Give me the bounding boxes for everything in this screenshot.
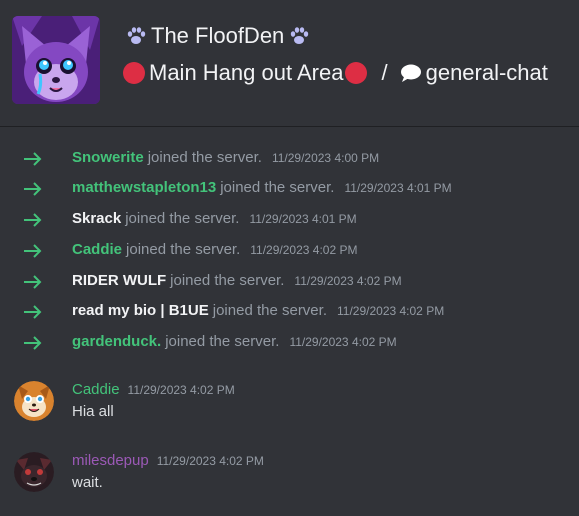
join-message-text: Caddie joined the server. 11/29/2023 4:0… — [72, 241, 357, 258]
message-content: wait. — [72, 474, 103, 491]
message-header: Caddie 11/29/2023 4:02 PM — [72, 381, 235, 398]
purple-fox-icon — [12, 16, 100, 104]
dark-pup-avatar-icon — [14, 452, 54, 492]
join-username[interactable]: Skrack — [72, 210, 121, 227]
join-label: joined the server. — [165, 333, 280, 350]
join-message: RIDER WULF joined the server. 11/29/2023… — [0, 270, 579, 294]
red-circle-icon — [123, 62, 145, 84]
channel-category[interactable]: Main Hang out Area — [149, 60, 343, 86]
message-timestamp[interactable]: 11/29/2023 4:01 PM — [249, 212, 356, 226]
join-message: Skrack joined the server. 11/29/2023 4:0… — [0, 208, 579, 232]
paw-icon — [288, 25, 310, 47]
message-timestamp[interactable]: 11/29/2023 4:02 PM — [294, 274, 401, 288]
join-username[interactable]: gardenduck. — [72, 333, 161, 350]
message-timestamp[interactable]: 11/29/2023 4:00 PM — [272, 151, 379, 165]
avatar[interactable] — [14, 381, 54, 421]
message-timestamp[interactable]: 11/29/2023 4:01 PM — [344, 181, 451, 195]
breadcrumb-separator: / — [381, 60, 388, 85]
arrow-right-icon — [23, 212, 43, 228]
join-username[interactable]: read my bio | B1UE — [72, 302, 209, 319]
join-message: read my bio | B1UE joined the server. 11… — [0, 300, 579, 324]
chat-message: milesdepup 11/29/2023 4:02 PM wait. — [0, 452, 579, 496]
message-timestamp[interactable]: 11/29/2023 4:02 PM — [337, 304, 444, 318]
join-username[interactable]: Snowerite — [72, 149, 144, 166]
arrow-right-icon — [23, 274, 43, 290]
message-timestamp[interactable]: 11/29/2023 4:02 PM — [157, 454, 264, 468]
join-message: Caddie joined the server. 11/29/2023 4:0… — [0, 239, 579, 263]
speech-bubble-icon — [400, 63, 422, 83]
join-label: joined the server. — [147, 149, 262, 166]
message-timestamp[interactable]: 11/29/2023 4:02 PM — [250, 243, 357, 257]
server-name-label: The FloofDen — [151, 23, 285, 48]
message-header: milesdepup 11/29/2023 4:02 PM — [72, 452, 264, 469]
channel-header: The FloofDen Main Hang out Area / genera… — [0, 0, 579, 127]
join-username[interactable]: RIDER WULF — [72, 272, 166, 289]
join-message: matthewstapleton13 joined the server. 11… — [0, 177, 579, 201]
message-timestamp[interactable]: 11/29/2023 4:02 PM — [128, 383, 235, 397]
join-username[interactable]: Caddie — [72, 241, 122, 258]
message-author[interactable]: milesdepup — [72, 452, 149, 469]
join-label: joined the server. — [126, 241, 241, 258]
message-content: Hia all — [72, 403, 114, 420]
join-message-text: Skrack joined the server. 11/29/2023 4:0… — [72, 210, 357, 227]
join-username[interactable]: matthewstapleton13 — [72, 179, 216, 196]
join-label: joined the server. — [170, 272, 285, 289]
arrow-right-icon — [23, 243, 43, 259]
server-name[interactable]: The FloofDen — [121, 22, 314, 50]
join-message-text: Snowerite joined the server. 11/29/2023 … — [72, 149, 379, 166]
avatar[interactable] — [14, 452, 54, 492]
channel-breadcrumb: Main Hang out Area / general-chat — [121, 58, 548, 88]
arrow-right-icon — [23, 335, 43, 351]
join-message-text: matthewstapleton13 joined the server. 11… — [72, 179, 452, 196]
join-message-text: read my bio | B1UE joined the server. 11… — [72, 302, 444, 319]
chat-message: Caddie 11/29/2023 4:02 PM Hia all — [0, 381, 579, 425]
message-timestamp[interactable]: 11/29/2023 4:02 PM — [289, 335, 396, 349]
paw-icon — [125, 25, 147, 47]
fox-avatar-icon — [14, 381, 54, 421]
arrow-right-icon — [23, 151, 43, 167]
channel-name[interactable]: general-chat — [426, 60, 548, 86]
arrow-right-icon — [23, 304, 43, 320]
message-author[interactable]: Caddie — [72, 381, 120, 398]
join-label: joined the server. — [125, 210, 240, 227]
join-message: gardenduck. joined the server. 11/29/202… — [0, 331, 579, 355]
red-circle-icon — [345, 62, 368, 84]
join-message-text: gardenduck. joined the server. 11/29/202… — [72, 333, 397, 350]
chat-screen: The FloofDen Main Hang out Area / genera… — [0, 0, 579, 516]
join-message: Snowerite joined the server. 11/29/2023 … — [0, 147, 579, 171]
join-message-text: RIDER WULF joined the server. 11/29/2023… — [72, 272, 402, 289]
join-label: joined the server. — [212, 302, 327, 319]
arrow-right-icon — [23, 181, 43, 197]
join-label: joined the server. — [220, 179, 335, 196]
server-icon[interactable] — [12, 16, 100, 104]
